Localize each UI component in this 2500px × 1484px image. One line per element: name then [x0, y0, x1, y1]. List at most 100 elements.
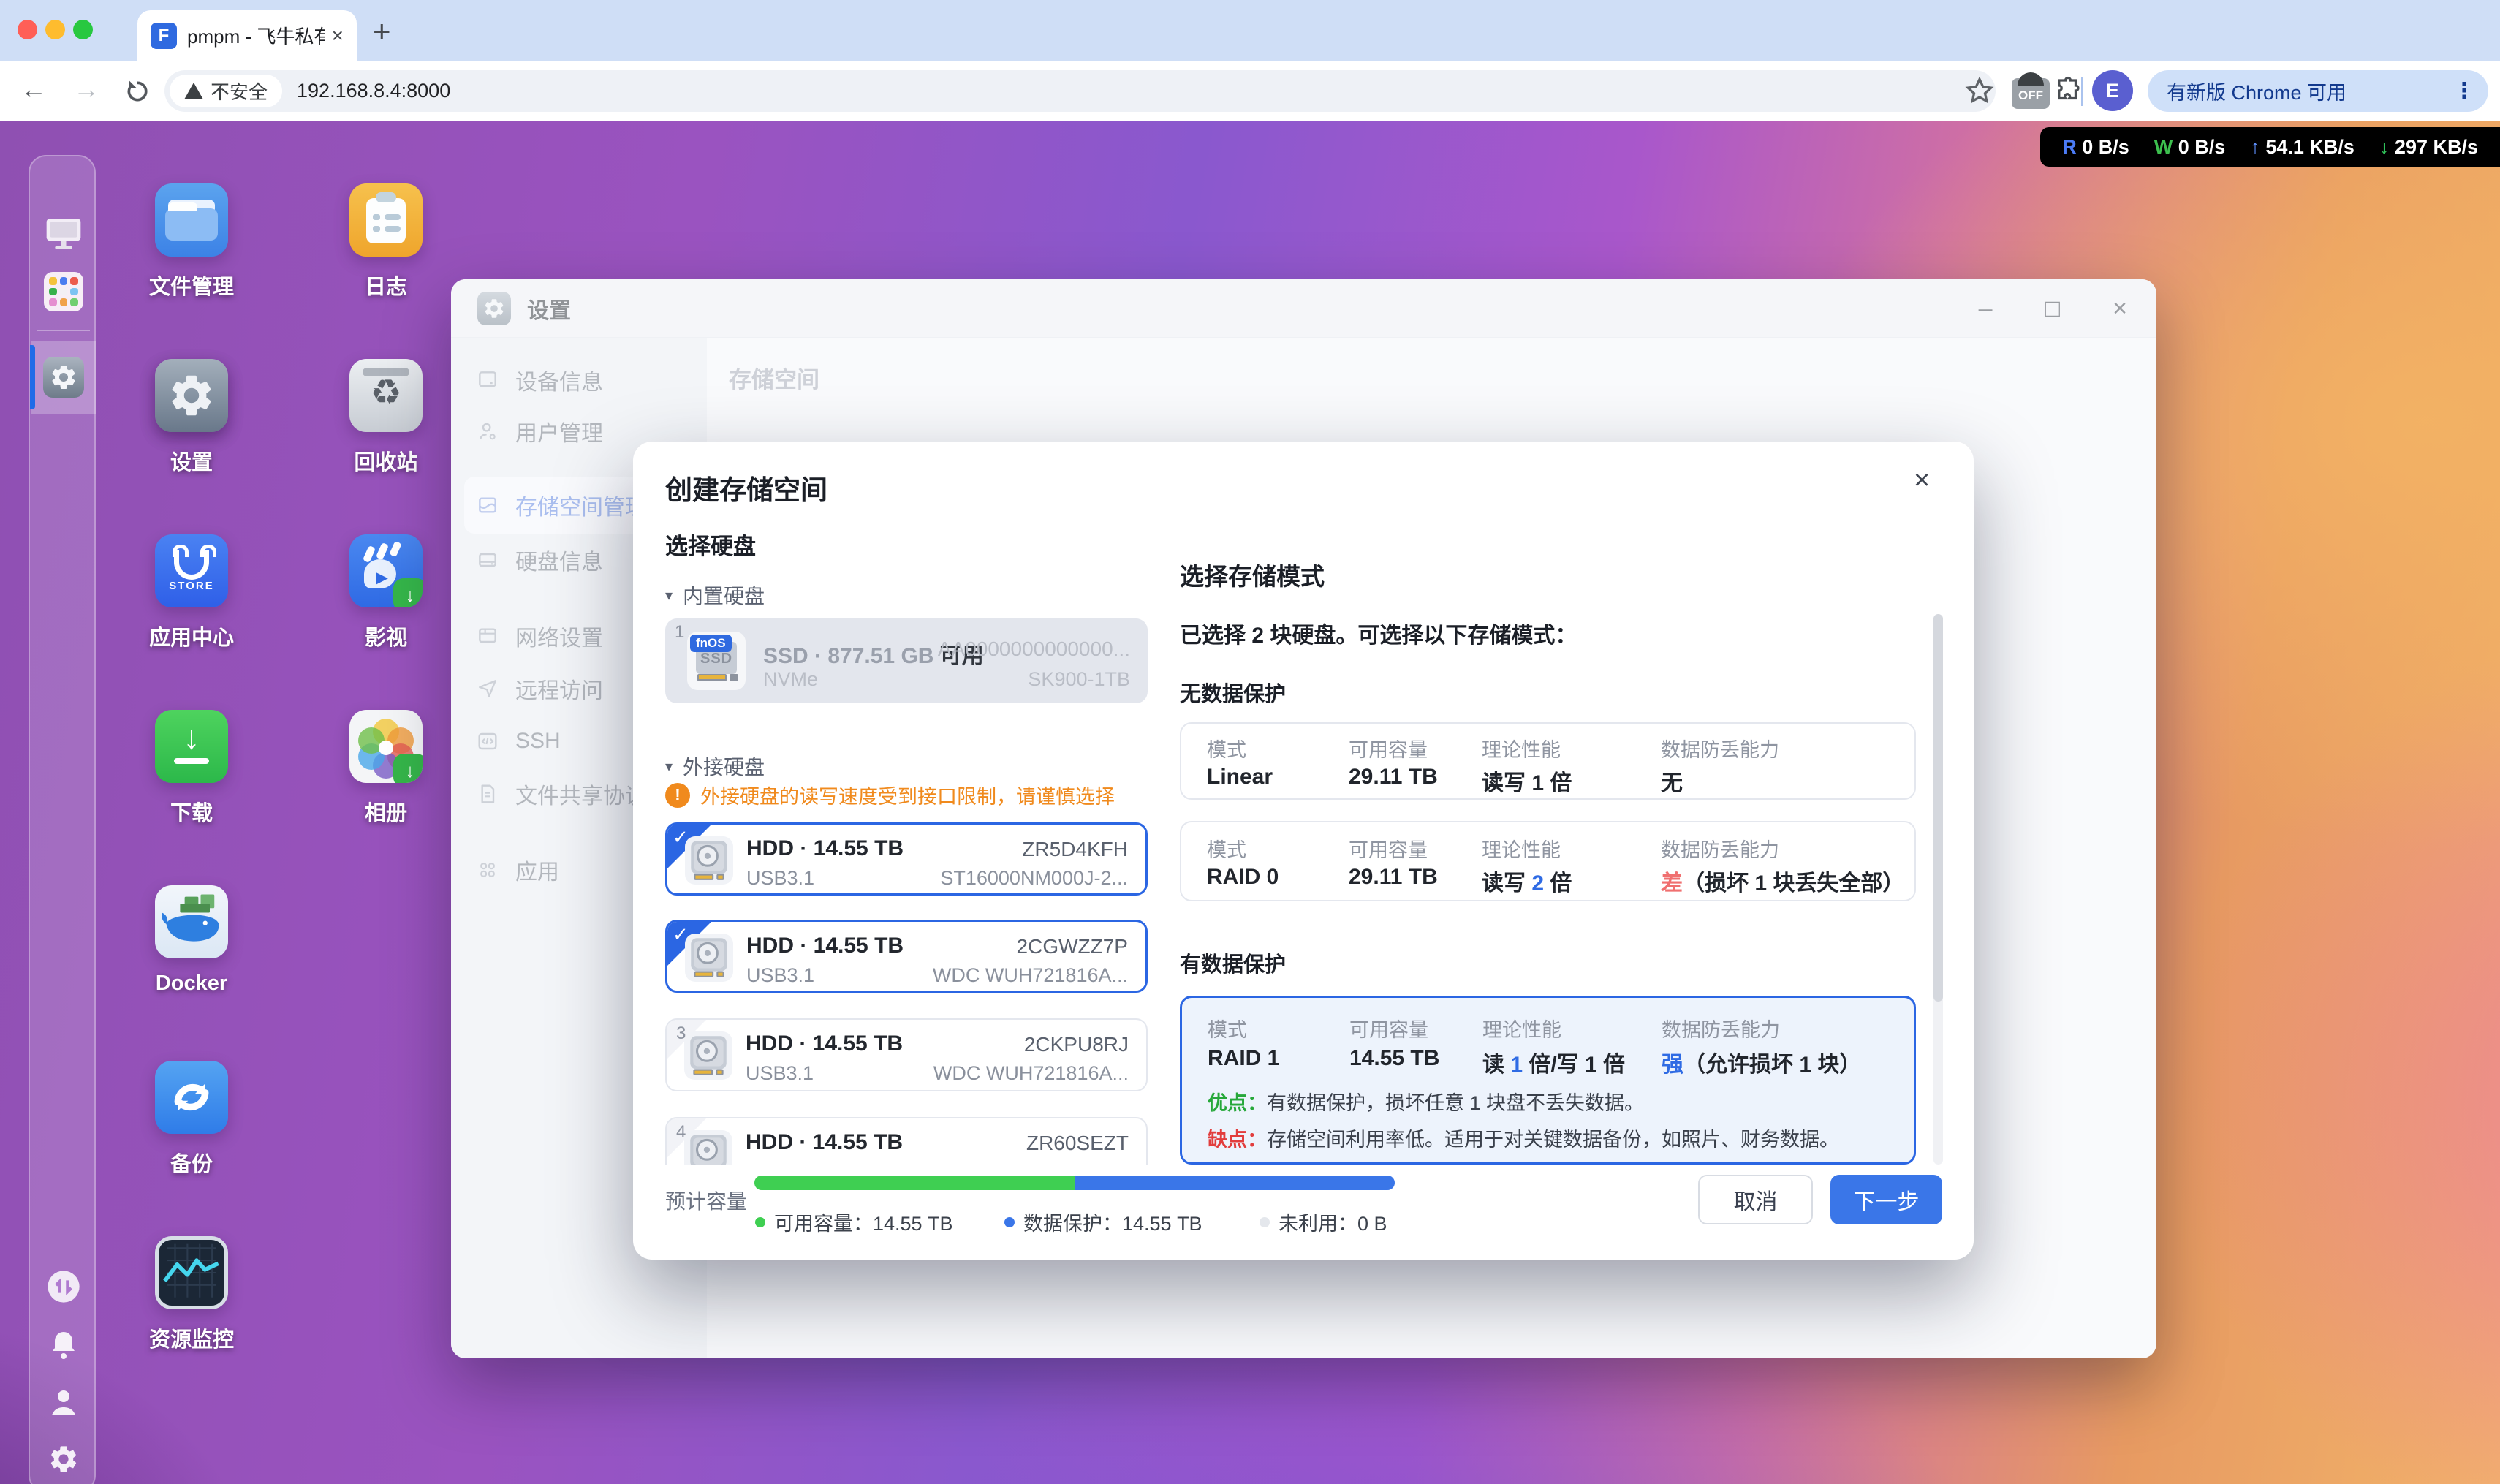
desktop-icon-label: 资源监控 [111, 1322, 272, 1353]
browser-tab[interactable]: F pmpm - 飞牛私有云fnOS × [137, 10, 357, 61]
desktop-icon-monitor[interactable]: 资源监控 [155, 1236, 228, 1309]
scrollbar-thumb[interactable] [1933, 614, 1943, 1002]
disk-number: 4 [676, 1122, 686, 1143]
group-external-disks[interactable]: ▾ 外接硬盘 [665, 752, 765, 781]
external-disk-warning: ! 外接硬盘的读写速度受到接口限制，请谨慎选择 [665, 781, 1115, 809]
fnos-favicon-icon: F [151, 23, 177, 49]
hdd-icon [685, 934, 733, 982]
gear-small-icon [48, 1443, 80, 1475]
store-bag-icon: STORE [155, 534, 228, 607]
legend-dot-blue [1004, 1217, 1015, 1227]
select-disks-heading: 选择硬盘 [665, 528, 756, 561]
movie-player-icon: ▶ ↓ [349, 534, 423, 607]
window-maximize-button[interactable]: □ [2045, 295, 2061, 323]
new-tab-button[interactable]: + [373, 16, 391, 47]
check-icon: ✓ [673, 923, 689, 946]
desktop-icon-download[interactable]: ↓ 下载 [155, 710, 228, 783]
dock-apps-button[interactable] [30, 272, 97, 311]
docker-whale-icon [155, 885, 228, 958]
mode-card-raid0[interactable]: 模式 可用容量 理论性能 数据防丢能力 RAID 0 29.11 TB 读写 2… [1180, 821, 1916, 901]
desktop-icon-label: 相册 [306, 796, 466, 827]
resource-chart-icon [155, 1236, 228, 1309]
dock-transfer-button[interactable] [30, 1268, 97, 1306]
traffic-minimize-button[interactable] [45, 20, 65, 39]
create-storage-modal: 创建存储空间 × 选择硬盘 ▾ 内置硬盘 1 SSD fnOS SSD · 87… [633, 442, 1974, 1260]
gear-icon [43, 357, 84, 398]
traffic-zoom-button[interactable] [73, 20, 93, 39]
disk-card-external-3[interactable]: 3 HDD · 14.55 TB 2CKPU8RJ USB3.1 WDC WUH… [665, 1018, 1148, 1091]
chrome-update-button[interactable]: 有新版 Chrome 可用 ⋮ [2148, 70, 2488, 112]
raid1-cons: 缺点：存储空间利用率低。适用于对关键数据备份，如照片、财务数据。 [1208, 1124, 1839, 1152]
desktop-icon-label: 应用中心 [111, 621, 272, 651]
window-close-button[interactable]: × [2113, 295, 2127, 323]
caret-down-icon: ▾ [665, 757, 673, 776]
dock-desktop-button[interactable] [30, 215, 97, 253]
mode-card-linear[interactable]: 模式 可用容量 理论性能 数据防丢能力 Linear 29.11 TB 读写 1… [1180, 722, 1916, 800]
dock-notifications-button[interactable] [30, 1328, 97, 1363]
traffic-close-button[interactable] [18, 20, 37, 39]
legend-dot-gray [1260, 1217, 1270, 1227]
capacity-progress-bar [754, 1176, 1395, 1190]
warning-triangle-icon [184, 83, 203, 99]
monitor-icon [43, 215, 84, 253]
fnos-badge: fnOS [690, 635, 732, 652]
group-internal-disks[interactable]: ▾ 内置硬盘 [665, 580, 765, 610]
disk-number: 3 [676, 1023, 686, 1044]
desktop-icon-backup[interactable]: 备份 [155, 1061, 228, 1134]
capacity-protection-segment [1075, 1176, 1395, 1190]
dock-account-button[interactable] [30, 1385, 97, 1420]
disk-card-external-4[interactable]: 4 HDD · 14.55 TB ZR60SEZT [665, 1117, 1148, 1165]
transfer-updown-icon [45, 1268, 83, 1306]
back-button[interactable]: ← [20, 74, 47, 105]
address-bar[interactable]: 不安全 192.168.8.4:8000 [164, 70, 1996, 112]
warning-icon: ! [665, 783, 690, 808]
desktop-icon-settings[interactable]: 设置 [155, 359, 228, 432]
reload-button[interactable] [123, 77, 152, 106]
desktop-icon-logs[interactable]: 日志 [349, 183, 423, 257]
desktop-icon-label: 文件管理 [111, 270, 272, 300]
document-icon [476, 782, 499, 806]
next-step-button[interactable]: 下一步 [1830, 1175, 1942, 1224]
mode-card-raid1[interactable]: 模式 可用容量 理论性能 数据防丢能力 RAID 1 14.55 TB 读 1 … [1180, 996, 1916, 1165]
code-icon [476, 730, 499, 753]
select-mode-heading: 选择存储模式 [1180, 557, 1325, 592]
settings-titlebar[interactable]: 设置 – □ × [451, 279, 2156, 338]
raid1-pros: 优点：有数据保护，损坏任意 1 块盘不丢失数据。 [1208, 1087, 1644, 1116]
browser-menu-icon[interactable]: ⋮ [2453, 78, 2475, 104]
bookmark-star-icon[interactable] [1963, 75, 1996, 107]
download-speed: ↓ 297 KB/s [2379, 136, 2478, 159]
desktop-icon-appstore[interactable]: STORE 应用中心 [155, 534, 228, 607]
tab-close-icon[interactable]: × [332, 24, 344, 48]
network-icon [476, 624, 499, 648]
modal-scrollbar[interactable] [1933, 614, 1943, 1165]
folder-icon [155, 183, 228, 257]
network-speed-widget: R 0 B/s W 0 B/s ↑ 54.1 KB/s ↓ 297 KB/s [2040, 127, 2500, 167]
cancel-button[interactable]: 取消 [1698, 1175, 1813, 1224]
forward-button[interactable]: → [73, 74, 99, 105]
adblock-off-icon[interactable]: OFF [2012, 78, 2050, 109]
disk-card-external-1[interactable]: ✓ HDD · 14.55 TB ZR5D4KFH USB3.1 ST16000… [665, 822, 1148, 896]
desktop-icon-docker[interactable]: Docker [155, 885, 228, 958]
desktop-icon-video[interactable]: ▶ ↓ 影视 [349, 534, 423, 607]
desktop-icon-photos[interactable]: ↓ 相册 [349, 710, 423, 783]
security-chip[interactable]: 不安全 [170, 75, 282, 107]
desktop-icon-files[interactable]: 文件管理 [155, 183, 228, 257]
apps-icon [476, 858, 499, 882]
device-icon [476, 368, 499, 392]
window-minimize-button[interactable]: – [1979, 295, 1993, 323]
toolbar-divider [2081, 77, 2083, 106]
dock-settings-button[interactable] [30, 357, 97, 398]
sidebar-item-device-info[interactable]: 设备信息 [451, 357, 707, 404]
legend-unused: 未利用：0 B [1260, 1208, 1387, 1236]
hdd-icon [685, 836, 733, 885]
browser-toolbar: ← → 不安全 192.168.8.4:8000 OFF E 有新版 Chrom… [0, 61, 2500, 121]
capacity-available-segment [754, 1176, 1075, 1190]
dock-preferences-button[interactable] [30, 1443, 97, 1475]
extensions-icon[interactable] [2053, 75, 2083, 106]
profile-avatar[interactable]: E [2092, 70, 2133, 111]
disk-card-internal-1[interactable]: 1 SSD fnOS SSD · 877.51 GB 可用 AA00000000… [665, 618, 1148, 703]
legend-available: 可用容量：14.55 TB [755, 1208, 953, 1236]
desktop-icon-recycle[interactable]: ♻ 回收站 [349, 359, 423, 432]
disk-card-external-2[interactable]: ✓ HDD · 14.55 TB 2CGWZZ7P USB3.1 WDC WUH… [665, 920, 1148, 993]
modal-close-icon[interactable]: × [1914, 465, 1930, 496]
